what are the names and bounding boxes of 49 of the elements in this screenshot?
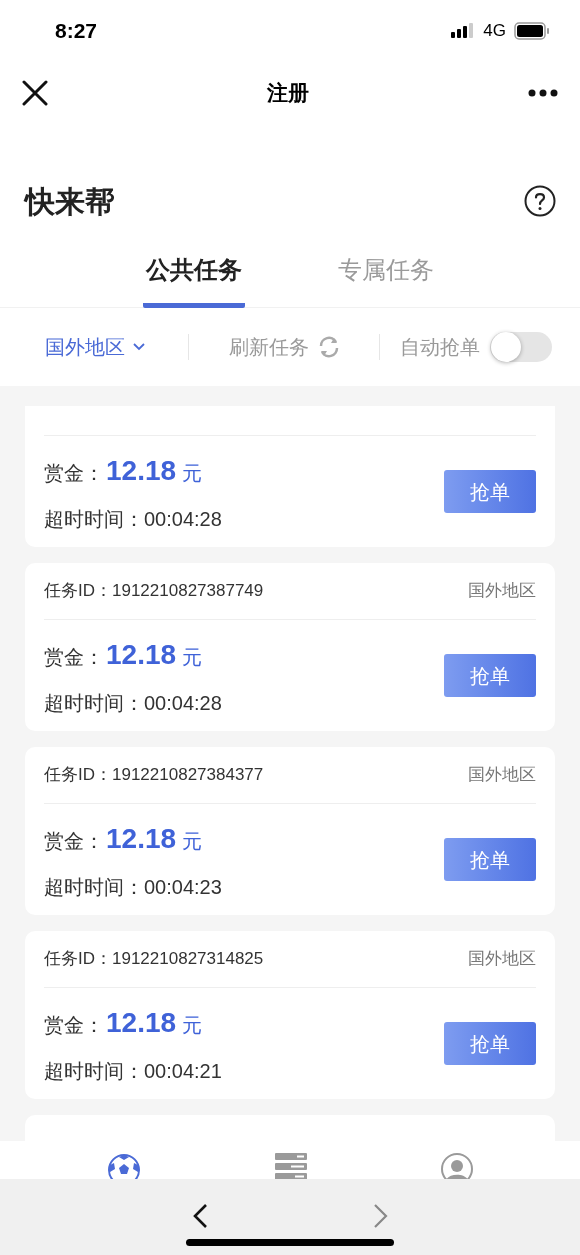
timeout-value: 00:04:21 (144, 1058, 222, 1084)
reward-amount: 12.18 (106, 637, 177, 672)
stacked-list-icon[interactable] (275, 1153, 307, 1179)
reward-unit: 元 (182, 644, 203, 670)
refresh-icon (317, 335, 341, 359)
grab-order-button[interactable]: 抢单 (444, 470, 536, 513)
timeout-label: 超时时间： (44, 874, 144, 900)
grab-order-button[interactable]: 抢单 (444, 654, 536, 697)
grab-order-button[interactable]: 抢单 (444, 838, 536, 881)
help-icon[interactable] (524, 185, 556, 217)
task-id: 任务ID：1912210827314825 (44, 948, 264, 971)
auto-grab-toggle[interactable] (490, 332, 552, 362)
reward-amount: 12.18 (106, 453, 177, 488)
region-dropdown[interactable]: 国外地区 (45, 332, 145, 362)
reward-amount: 12.18 (106, 1005, 177, 1040)
timeout-label: 超时时间： (44, 506, 144, 532)
battery-icon (514, 22, 550, 40)
close-icon[interactable] (22, 80, 48, 106)
task-tab[interactable]: 公共任务 (143, 240, 245, 308)
reward-unit: 元 (182, 828, 203, 854)
task-region: 国外地区 (468, 948, 536, 971)
task-tab[interactable]: 专属任务 (335, 240, 437, 308)
reward-label: 赏金： (44, 460, 104, 486)
timeout-value: 00:04:23 (144, 874, 222, 900)
timeout-value: 00:04:28 (144, 506, 222, 532)
refresh-button[interactable]: 刷新任务 (229, 332, 341, 362)
reward-unit: 元 (182, 460, 203, 486)
signal-icon (451, 23, 476, 39)
timeout-value: 00:04:28 (144, 690, 222, 716)
reward-label: 赏金： (44, 644, 104, 670)
task-id: 任务ID：1912210827387749 (44, 580, 264, 603)
status-time: 8:27 (55, 18, 98, 45)
reward-unit: 元 (182, 1012, 203, 1038)
chevron-down-icon (133, 343, 145, 351)
reward-amount: 12.18 (106, 821, 177, 856)
task-region: 国外地区 (468, 580, 536, 603)
network-label: 4G (483, 20, 506, 43)
auto-grab-label: 自动抢单 (400, 335, 480, 360)
nav-title: 注册 (267, 80, 309, 107)
timeout-label: 超时时间： (44, 690, 144, 716)
timeout-label: 超时时间： (44, 1058, 144, 1084)
grab-order-button[interactable]: 抢单 (444, 1022, 536, 1065)
reward-label: 赏金： (44, 1012, 104, 1038)
soccer-ball-icon[interactable] (107, 1153, 141, 1179)
task-region: 国外地区 (468, 764, 536, 787)
reward-label: 赏金： (44, 828, 104, 854)
more-icon[interactable] (528, 89, 558, 97)
app-title: 快来帮 (25, 183, 115, 220)
task-id: 任务ID：1912210827384377 (44, 764, 264, 787)
